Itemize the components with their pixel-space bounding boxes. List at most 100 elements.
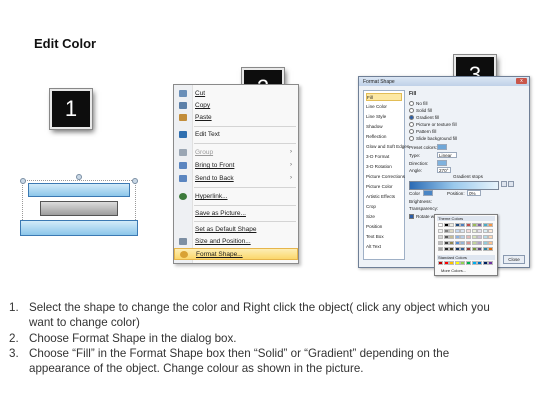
color-swatch[interactable] [466, 229, 471, 233]
color-swatch[interactable] [488, 247, 494, 251]
color-swatch[interactable] [454, 247, 460, 251]
color-swatch[interactable] [482, 241, 488, 245]
color-swatch[interactable] [482, 247, 488, 251]
color-swatch[interactable] [488, 241, 494, 245]
color-swatch[interactable] [454, 235, 460, 239]
color-swatch[interactable] [460, 235, 466, 239]
color-swatch[interactable] [471, 241, 477, 245]
color-swatch[interactable] [488, 229, 494, 233]
middle-rectangle-shape[interactable] [40, 201, 118, 216]
color-swatch[interactable] [443, 241, 449, 245]
color-swatch[interactable] [438, 241, 443, 245]
color-swatch[interactable] [477, 223, 483, 227]
category-size[interactable]: Size [366, 213, 402, 221]
color-swatch[interactable] [471, 247, 477, 251]
color-swatch[interactable] [449, 229, 455, 233]
bottom-rectangle-shape[interactable] [20, 220, 138, 236]
close-icon[interactable]: x [516, 78, 527, 84]
category-fill[interactable]: Fill [366, 93, 402, 101]
color-swatch[interactable] [449, 223, 455, 227]
standard-color-swatch[interactable] [454, 261, 460, 265]
more-colors-link[interactable]: More Colors... [441, 268, 466, 273]
color-swatch[interactable] [443, 247, 449, 251]
color-swatch[interactable] [488, 235, 494, 239]
standard-color-swatch[interactable] [471, 261, 477, 265]
color-swatch[interactable] [454, 241, 460, 245]
radio-background-fill[interactable]: Slide background fill [409, 136, 457, 142]
color-swatch[interactable] [449, 241, 455, 245]
color-swatch[interactable] [477, 247, 483, 251]
standard-color-swatch[interactable] [449, 261, 455, 265]
menu-item-paste[interactable]: Paste [174, 112, 298, 123]
category-line-style[interactable]: Line Style [366, 113, 402, 121]
standard-color-swatch[interactable] [460, 261, 466, 265]
resize-handle[interactable] [20, 178, 26, 184]
add-stop-button[interactable] [501, 181, 507, 187]
color-swatch[interactable] [443, 223, 449, 227]
radio-solid-fill[interactable]: Solid fill [409, 108, 432, 114]
radio-no-fill[interactable]: No fill [409, 101, 428, 107]
color-swatch[interactable] [471, 223, 477, 227]
color-swatch[interactable] [466, 247, 471, 251]
preset-colors-dropdown[interactable] [437, 144, 447, 150]
color-swatch[interactable] [449, 247, 455, 251]
radio-pattern-fill[interactable]: Pattern fill [409, 129, 436, 135]
gradient-stops-bar[interactable] [409, 181, 499, 190]
angle-input[interactable]: 270° [437, 167, 451, 173]
color-picker-button[interactable] [423, 190, 433, 196]
category-picture-corrections[interactable]: Picture Corrections [366, 173, 405, 181]
color-swatch[interactable] [482, 235, 488, 239]
color-swatch[interactable] [438, 235, 443, 239]
radio-gradient-fill[interactable]: Gradient fill [409, 115, 439, 121]
menu-item-bring-to-front[interactable]: Bring to Front › [174, 160, 298, 171]
color-swatch[interactable] [471, 229, 477, 233]
color-swatch[interactable] [443, 229, 449, 233]
color-swatch[interactable] [454, 229, 460, 233]
color-swatch[interactable] [466, 235, 471, 239]
category-crop[interactable]: Crop [366, 203, 402, 211]
category-shadow[interactable]: Shadow [366, 123, 402, 131]
color-swatch[interactable] [477, 235, 483, 239]
color-swatch[interactable] [477, 229, 483, 233]
color-swatch[interactable] [454, 223, 460, 227]
resize-handle[interactable] [132, 178, 138, 184]
category-picture-color[interactable]: Picture Color [366, 183, 402, 191]
standard-color-swatch[interactable] [482, 261, 488, 265]
color-swatch[interactable] [443, 235, 449, 239]
menu-item-save-as-picture[interactable]: Save as Picture... [174, 208, 298, 219]
menu-item-send-to-back[interactable]: Send to Back › [174, 173, 298, 184]
standard-color-swatch[interactable] [477, 261, 483, 265]
type-dropdown[interactable]: Linear [437, 152, 457, 158]
standard-color-swatch[interactable] [443, 261, 449, 265]
position-input[interactable]: 0% [467, 190, 481, 196]
color-swatch[interactable] [438, 229, 443, 233]
menu-item-set-default-shape[interactable]: Set as Default Shape [174, 224, 298, 235]
color-swatch[interactable] [482, 223, 488, 227]
category-position[interactable]: Position [366, 223, 402, 231]
direction-dropdown[interactable] [437, 160, 447, 166]
color-swatch[interactable] [438, 223, 443, 227]
color-swatch[interactable] [488, 223, 494, 227]
remove-stop-button[interactable] [508, 181, 514, 187]
standard-color-swatch[interactable] [488, 261, 494, 265]
color-swatch[interactable] [460, 247, 466, 251]
color-swatch[interactable] [477, 241, 483, 245]
category-alt-text[interactable]: Alt Text [366, 243, 402, 251]
close-button[interactable]: Close [503, 255, 525, 264]
category-text-box[interactable]: Text Box [366, 233, 402, 241]
color-swatch[interactable] [460, 241, 466, 245]
color-swatch[interactable] [471, 235, 477, 239]
category-glow[interactable]: Glow and Soft Edges [366, 143, 409, 151]
radio-picture-fill[interactable]: Picture or texture fill [409, 122, 457, 128]
menu-item-copy[interactable]: Copy [174, 100, 298, 111]
menu-item-size-and-position[interactable]: Size and Position... [174, 236, 298, 247]
color-swatch[interactable] [460, 223, 466, 227]
category-artistic-effects[interactable]: Artistic Effects [366, 193, 402, 201]
color-swatch[interactable] [466, 241, 471, 245]
category-3d-rotation[interactable]: 3-D Rotation [366, 163, 402, 171]
menu-item-format-shape[interactable]: Format Shape... [174, 248, 298, 260]
rotation-handle[interactable] [76, 174, 82, 180]
color-swatch[interactable] [466, 223, 471, 227]
menu-item-edit-text[interactable]: Edit Text [174, 129, 298, 140]
category-3d-format[interactable]: 3-D Format [366, 153, 402, 161]
